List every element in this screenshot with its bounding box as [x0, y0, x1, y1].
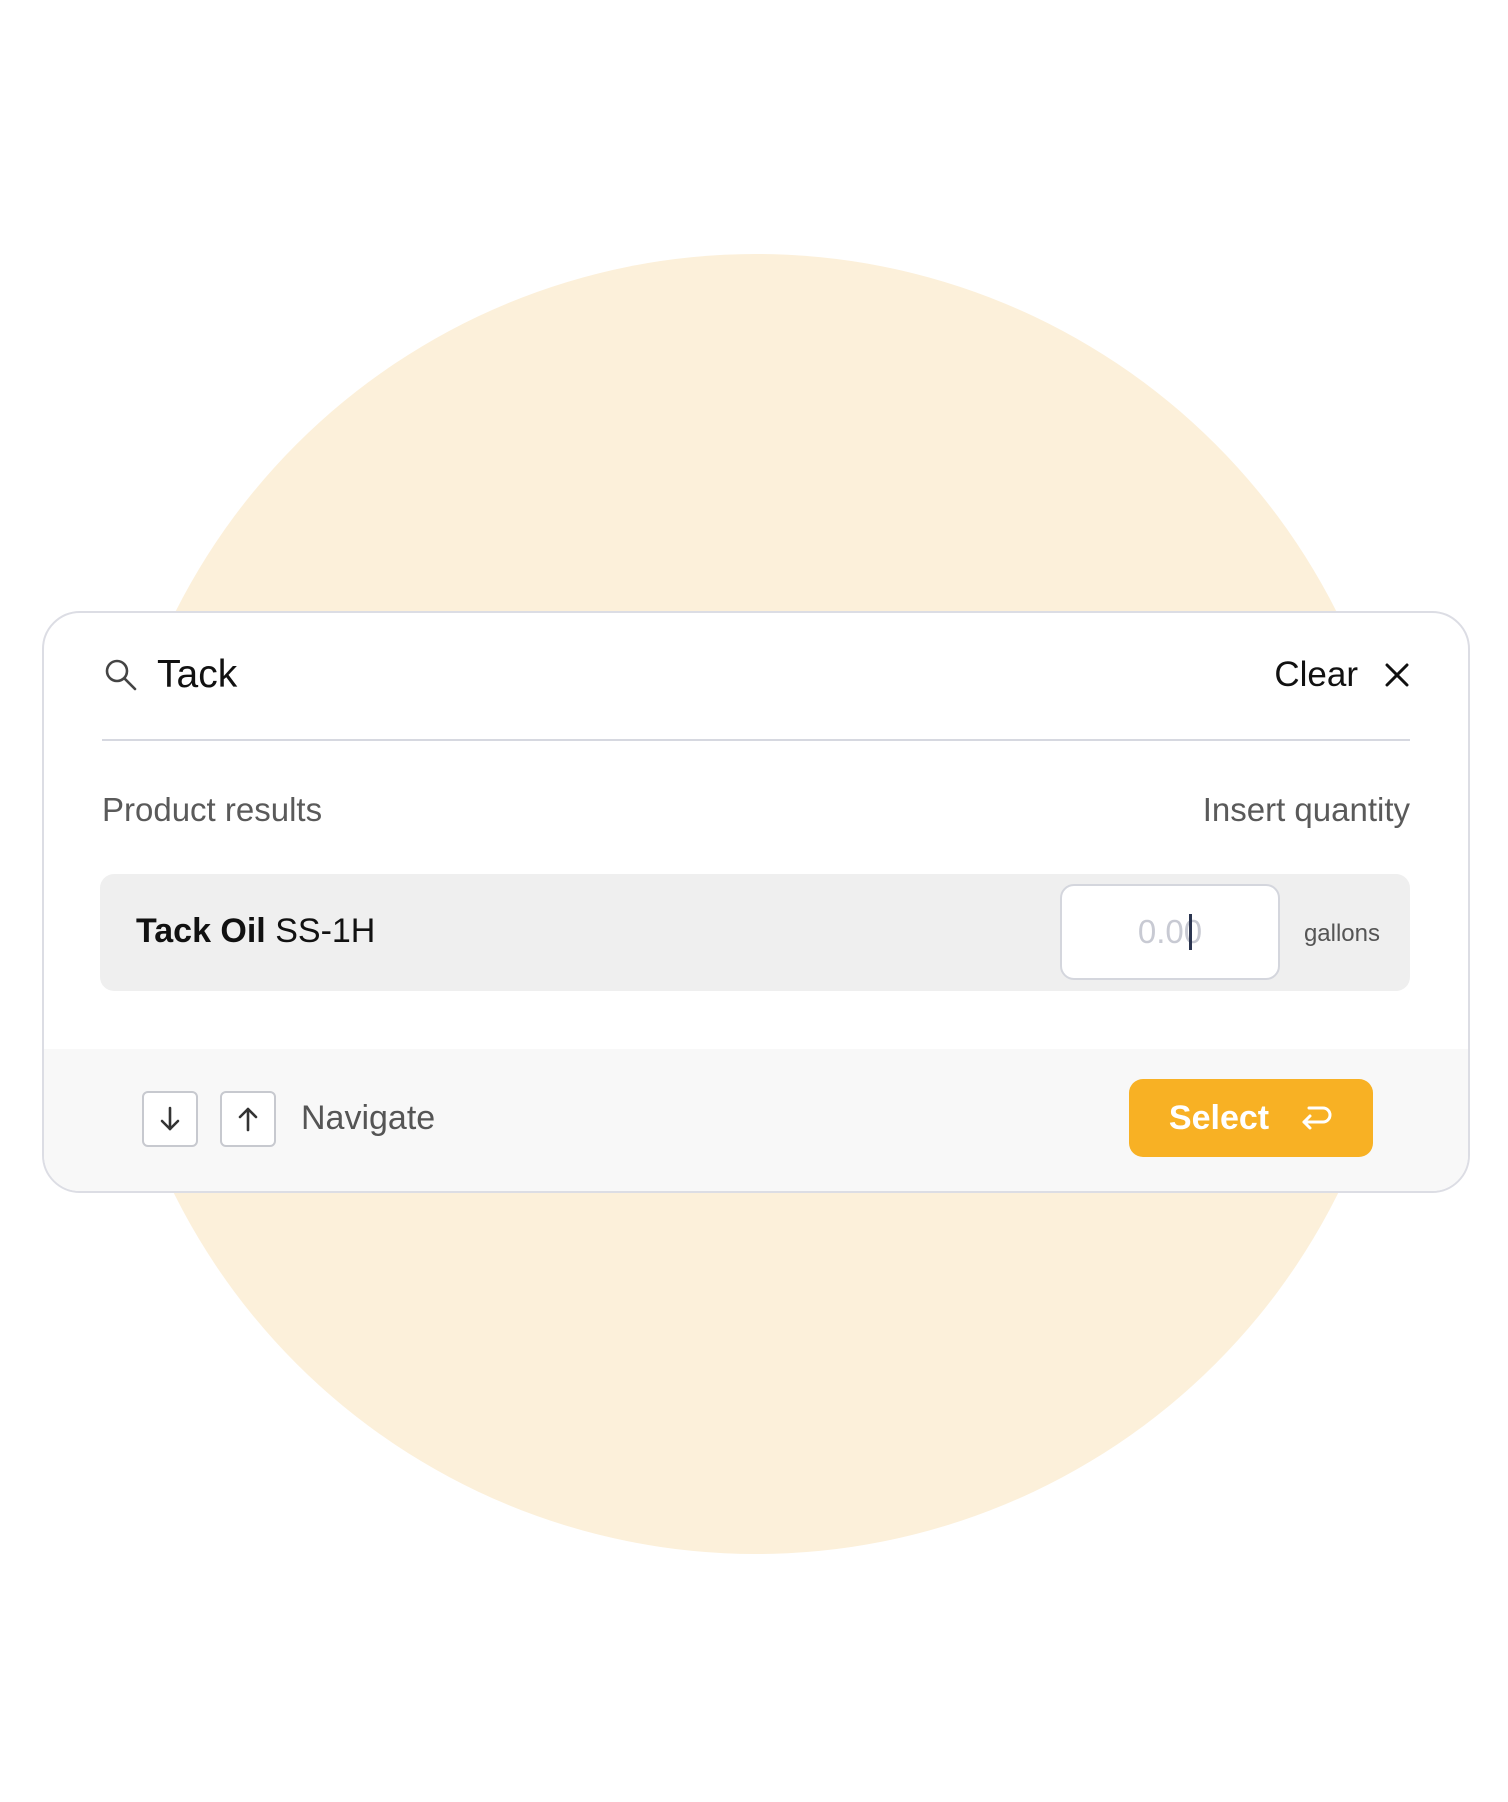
result-row[interactable]: Tack Oil SS-1H gallons	[100, 874, 1410, 991]
product-name-code: SS-1H	[265, 912, 376, 950]
unit-label: gallons	[1303, 920, 1380, 947]
product-name: Tack Oil SS-1H	[136, 912, 375, 951]
close-icon[interactable]	[1384, 662, 1410, 688]
search-icon	[105, 659, 137, 691]
product-results-heading: Product results	[102, 791, 323, 828]
navigate-up-button[interactable]	[220, 1091, 276, 1147]
select-button[interactable]: Select	[1129, 1079, 1373, 1157]
select-label: Select	[1168, 1098, 1270, 1137]
arrow-up-icon	[238, 1107, 258, 1132]
product-search-panel: Clear Product results Insert quantity Ta…	[42, 611, 1470, 1193]
navigate-label: Navigate	[301, 1099, 436, 1137]
navigate-down-button[interactable]	[142, 1091, 198, 1147]
footer-bar: Navigate Select	[44, 1049, 1468, 1191]
insert-quantity-heading: Insert quantity	[1202, 791, 1410, 828]
clear-button[interactable]: Clear	[1274, 647, 1410, 703]
results-header: Product results Insert quantity	[102, 791, 1410, 841]
search-input[interactable]	[157, 647, 957, 703]
text-cursor	[1189, 914, 1192, 950]
quantity-input[interactable]	[1060, 884, 1280, 980]
clear-label: Clear	[1274, 655, 1358, 694]
product-name-bold: Tack Oil	[136, 912, 266, 950]
search-bar: Clear	[102, 613, 1410, 741]
enter-return-icon	[1302, 1106, 1332, 1130]
arrow-down-icon	[160, 1106, 180, 1131]
